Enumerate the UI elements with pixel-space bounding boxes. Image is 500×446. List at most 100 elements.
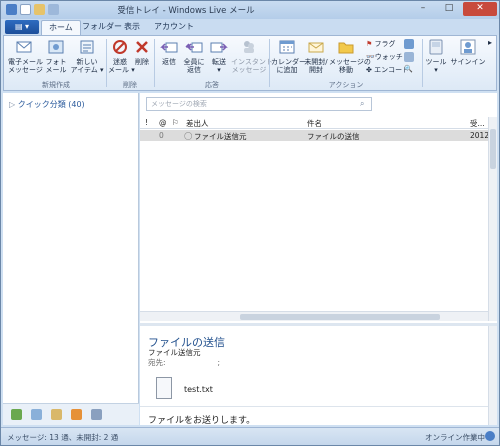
send-receive-icon[interactable] — [34, 4, 45, 15]
select-all-icon[interactable] — [404, 52, 414, 62]
app-icon — [6, 4, 17, 15]
new-item-button[interactable]: 新しい アイテム ▾ — [70, 38, 104, 74]
from-column-header[interactable]: 差出人 — [186, 118, 209, 129]
app-menu-button[interactable]: ▤ ▾ — [5, 20, 39, 34]
mail-icon[interactable] — [11, 409, 22, 420]
tab-view[interactable]: 表示 — [117, 20, 147, 35]
attachment-name[interactable]: test.txt — [184, 385, 213, 394]
ribbon-tab-row: ▤ ▾ ホーム フォルダー 表示 アカウント — [1, 19, 499, 35]
attachment-icon: 0 — [159, 131, 164, 140]
ribbon-scroll-icon[interactable]: ▸ — [488, 38, 492, 47]
group-delete-label: 削除 — [123, 81, 137, 89]
maximize-button[interactable]: □ — [437, 2, 461, 16]
close-button[interactable]: ✕ — [463, 2, 497, 16]
flag-label: フラグ — [374, 40, 396, 48]
preview-to-value: ; — [217, 358, 221, 367]
junk-icon — [113, 40, 127, 54]
group-actions-label: アクション — [328, 81, 364, 89]
ribbon: 電子メール メッセージ フォト メール 新しい アイテム ▾ 新規作成 迷惑 メ… — [3, 35, 497, 91]
read-icon: ◯ — [184, 131, 193, 140]
newsgroups-icon[interactable] — [91, 409, 102, 420]
add-to-calendar-button[interactable]: カレンダー に追加 — [271, 38, 306, 74]
sign-in-button[interactable]: サインイン — [450, 38, 486, 66]
app-window: 受信トレイ - Windows Live メール – □ ✕ ▤ ▾ ホーム フ… — [0, 0, 500, 446]
feeds-icon[interactable] — [71, 409, 82, 420]
mode-switcher — [3, 403, 139, 425]
reading-pane: ファイルの送信 ファイル送信元 宛先:; test.txt ファイルをお送りしま… — [140, 326, 497, 426]
expand-icon[interactable]: ▷ — [9, 100, 18, 109]
instant-message-icon — [244, 41, 254, 53]
watch-icon: 👓 — [366, 53, 375, 61]
folder-pane: ▷ クイック分類 (40) — [3, 93, 139, 425]
forward-button[interactable]: 転送 ▾ — [207, 38, 231, 74]
quick-views-item[interactable]: ▷ クイック分類 (40) — [9, 99, 85, 110]
message-list-horizontal-scrollbar[interactable] — [140, 311, 488, 321]
move-message-button[interactable]: メッセージの 移動 — [329, 38, 371, 74]
status-bar: メッセージ: 13 通、未開封: 2 通 オンライン作業中 — [1, 427, 499, 445]
reply-button[interactable]: 返信 — [157, 38, 181, 66]
group-separator — [106, 39, 107, 87]
online-status-icon — [485, 431, 495, 441]
table-row[interactable]: 0 ◯ ファイル送信元 ファイルの送信 2012 — [140, 130, 490, 141]
quick-views-label: クイック分類 (40) — [17, 100, 85, 109]
instant-message-label: インスタント メッセージ — [231, 58, 273, 74]
encode-button[interactable]: ✤ エンコード — [366, 65, 409, 75]
find-icon[interactable]: 🔍 — [404, 65, 413, 73]
tools-button[interactable]: ツール ▾ — [424, 38, 448, 74]
unread-envelope-icon — [308, 42, 324, 53]
delete-button[interactable]: 削除 — [132, 38, 152, 66]
minimize-button[interactable]: – — [411, 2, 435, 16]
contacts-icon[interactable] — [51, 409, 62, 420]
group-new-label: 新規作成 — [42, 81, 70, 89]
flag-column-header[interactable]: ⚐ — [172, 118, 179, 127]
scrollbar-thumb[interactable] — [240, 314, 440, 320]
new-message-icon[interactable] — [20, 4, 31, 15]
row-received: 2012 — [470, 131, 490, 140]
online-status[interactable]: オンライン作業中 — [425, 432, 485, 443]
folder-icon — [338, 42, 354, 54]
tools-label: ツール ▾ — [425, 58, 447, 74]
title-bar: 受信トレイ - Windows Live メール – □ ✕ — [1, 1, 499, 19]
attachment-file-icon[interactable] — [156, 377, 172, 399]
watch-label: ウォッチ — [374, 53, 403, 61]
group-separator — [269, 39, 270, 87]
message-list-header: ! @ ⚐ 差出人 件名 受... — [140, 117, 497, 129]
new-email-button[interactable]: 電子メール メッセージ — [8, 38, 43, 74]
flag-button[interactable]: ⚑ フラグ — [366, 39, 396, 49]
priority-column-header[interactable]: ! — [145, 118, 148, 127]
scrollbar-thumb[interactable] — [490, 129, 496, 169]
instant-message-button[interactable]: インスタント メッセージ — [231, 38, 273, 74]
message-pane: メッセージの検索 ⌕ ! @ ⚐ 差出人 件名 受... 0 ◯ ファイル送信元… — [140, 93, 497, 426]
watch-button[interactable]: 👓ウォッチ — [366, 52, 403, 62]
copy-icon[interactable] — [404, 39, 414, 49]
forward-icon — [210, 42, 228, 53]
group-separator — [422, 39, 423, 87]
search-icon[interactable]: ⌕ — [360, 99, 364, 109]
new-item-icon — [80, 40, 94, 54]
message-list-vertical-scrollbar[interactable] — [488, 117, 497, 321]
row-subject: ファイルの送信 — [307, 132, 360, 141]
move-message-label: メッセージの 移動 — [329, 58, 371, 74]
delete-icon — [136, 41, 148, 53]
photo-email-button[interactable]: フォト メール — [42, 38, 70, 74]
tab-account[interactable]: アカウント — [147, 20, 201, 35]
reply-icon — [160, 42, 178, 53]
junk-button[interactable]: 迷惑 メール ▾ — [108, 38, 135, 74]
tools-icon — [429, 39, 443, 55]
delete-label: 削除 — [135, 58, 149, 66]
junk-label: 迷惑 メール ▾ — [108, 58, 135, 74]
reply-all-button[interactable]: 全員に 返信 — [181, 38, 207, 74]
attachment-column-header[interactable]: @ — [159, 118, 167, 127]
encode-icon: ✤ — [366, 66, 372, 74]
preview-to-label: 宛先: — [148, 358, 166, 367]
calendar-mode-icon[interactable] — [31, 409, 42, 420]
quick-access-dropdown-icon[interactable] — [48, 4, 59, 15]
reply-all-label: 全員に 返信 — [183, 58, 205, 74]
received-column-header[interactable]: 受... — [470, 118, 485, 129]
subject-column-header[interactable]: 件名 — [307, 118, 322, 129]
group-respond-label: 応答 — [205, 81, 219, 89]
reading-pane-vertical-scrollbar[interactable] — [488, 326, 497, 425]
mark-unread-button[interactable]: 未開封/ 開封 — [303, 38, 329, 74]
message-count: メッセージ: 13 通、未開封: 2 通 — [7, 433, 119, 442]
search-input[interactable]: メッセージの検索 — [146, 97, 372, 111]
